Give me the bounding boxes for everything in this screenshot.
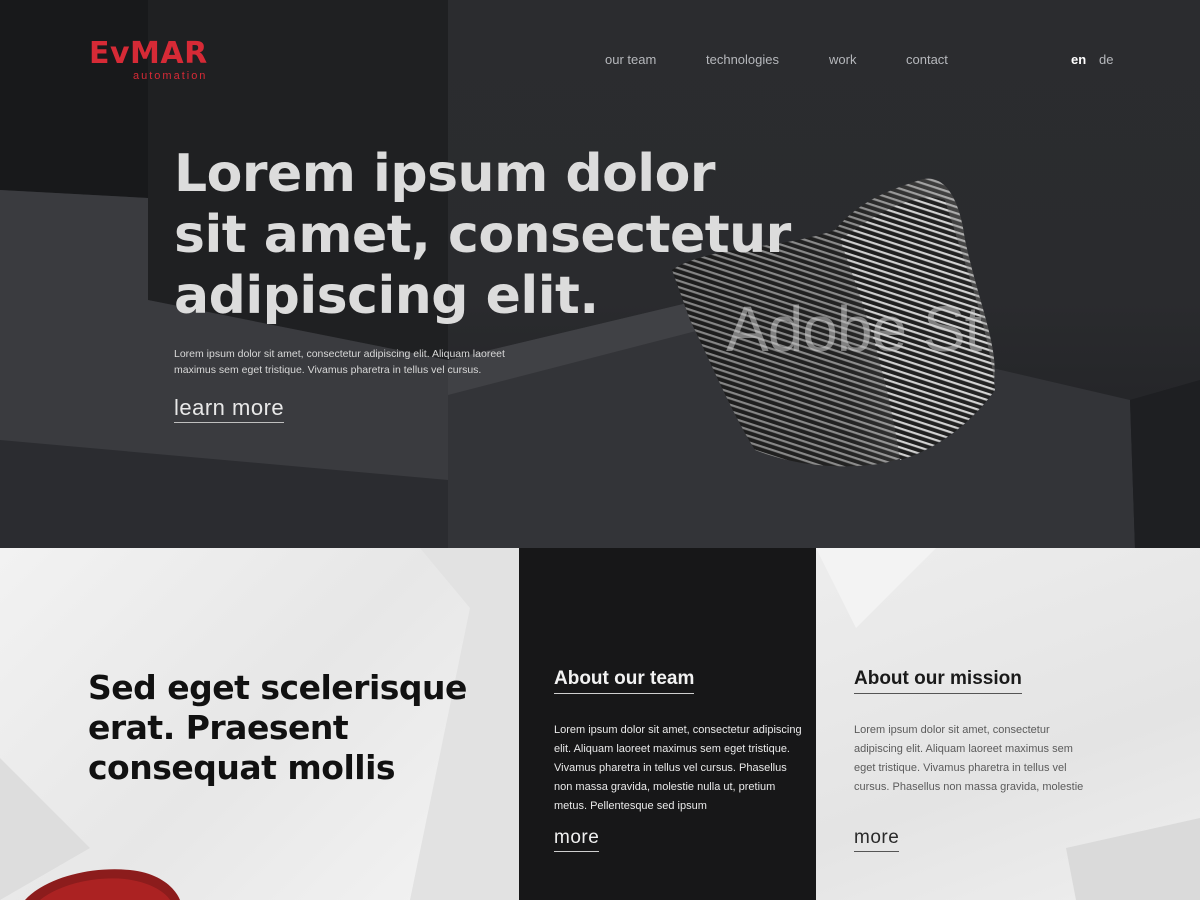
stock-watermark: Adobe St [726,293,982,365]
hero-title-line: adipiscing elit. [174,266,599,326]
about-mission-card: About our mission Lorem ipsum dolor sit … [816,548,1200,900]
hero-description: Lorem ipsum dolor sit amet, consectetur … [174,348,505,376]
about-mission-text: Lorem ipsum dolor sit amet, consectetur … [854,724,1084,793]
hero-title: Lorem ipsum dolor sit amet, consectetur … [174,144,794,327]
about-mission-title: About our mission [854,668,1022,694]
brand-name: EvMAR [89,36,208,71]
hero-title-line: sit amet, consectetur [174,205,791,265]
nav-item-work[interactable]: work [829,52,856,67]
hero-title-line: Lorem ipsum dolor [174,144,716,204]
intro-title-line: Sed eget scelerisque [88,668,467,707]
about-team-title: About our team [554,668,695,694]
learn-more-link[interactable]: learn more [174,395,285,423]
brand-logo[interactable]: EvMAR automation [89,38,219,86]
intro-panel: Sed eget scelerisque erat. Praesent cons… [0,548,519,900]
nav-item-our-team[interactable]: our team [605,52,656,67]
intro-title-line: erat. Praesent [88,708,349,747]
brand-tagline: automation [133,70,208,82]
language-de[interactable]: de [1099,52,1113,67]
language-en[interactable]: en [1071,52,1086,67]
nav-item-contact[interactable]: contact [906,52,948,67]
hero-section: EvMAR automation our team technologies w… [0,0,1200,548]
intro-title: Sed eget scelerisque erat. Praesent cons… [88,668,508,788]
about-team-text: Lorem ipsum dolor sit amet, consectetur … [554,724,802,812]
nav-item-technologies[interactable]: technologies [706,52,779,67]
about-mission-more-link[interactable]: more [854,827,900,852]
about-team-card: About our team Lorem ipsum dolor sit ame… [519,548,816,900]
about-team-more-link[interactable]: more [554,827,600,852]
intro-title-line: consequat mollis [88,748,396,787]
